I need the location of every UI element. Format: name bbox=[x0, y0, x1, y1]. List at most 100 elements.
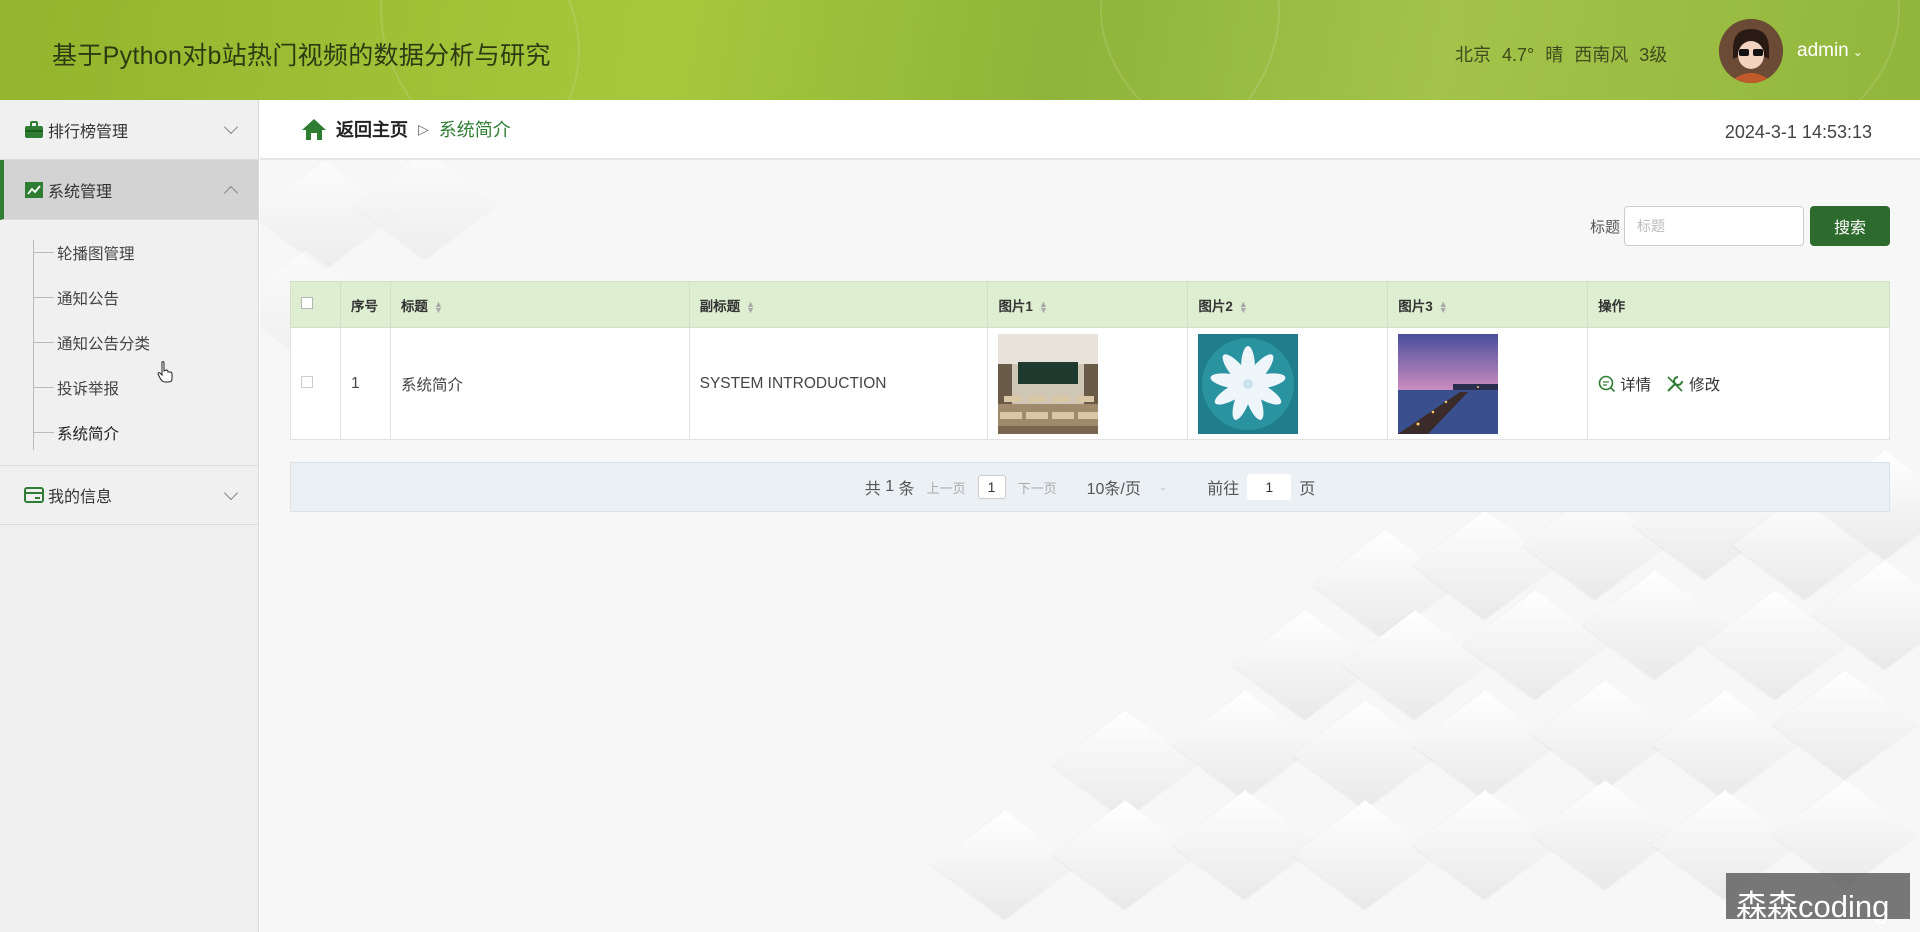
pagination: 共 1 条 上一页 1 下一页 10条/页 ⌄ 前往 1 页 bbox=[290, 462, 1890, 512]
total-count: 1 bbox=[885, 478, 895, 495]
chevron-up-icon bbox=[223, 185, 239, 201]
chart-icon bbox=[25, 181, 43, 198]
card-icon bbox=[24, 487, 44, 503]
submenu-item-complaint[interactable]: 投诉举报 bbox=[0, 365, 258, 410]
edit-button[interactable]: 修改 bbox=[1665, 373, 1720, 395]
weather-wind: 西南风 bbox=[1574, 45, 1629, 65]
chevron-down-icon: ⌄ bbox=[1158, 481, 1168, 493]
detail-button[interactable]: 详情 bbox=[1598, 373, 1651, 395]
row-subtitle: SYSTEM INTRODUCTION bbox=[688, 327, 989, 440]
edit-label: 修改 bbox=[1689, 376, 1721, 394]
breadcrumb-separator: ▷ bbox=[418, 120, 429, 137]
weather-condition: 晴 bbox=[1545, 45, 1564, 65]
column-header-label: 图片1 bbox=[998, 298, 1033, 314]
column-header-label: 副标题 bbox=[699, 298, 741, 314]
sidebar-item-label: 排行榜管理 bbox=[48, 123, 129, 141]
weather-level: 3级 bbox=[1639, 45, 1668, 65]
weather-city: 北京 bbox=[1455, 45, 1491, 65]
username: admin bbox=[1797, 40, 1849, 61]
home-icon[interactable] bbox=[300, 117, 328, 141]
sort-icon[interactable]: ▲ ▼ bbox=[1439, 299, 1448, 314]
data-table: 序号 标题 ▲ ▼ 副标题 ▲ ▼ 图片1 ▲ ▼ 图片2 ▲ ▼ 图片3 ▲ ▼ 操作 1 系统简… bbox=[290, 281, 1890, 440]
search-detail-icon bbox=[1598, 375, 1616, 392]
column-header-actions: 操作 bbox=[1587, 281, 1890, 328]
detail-label: 详情 bbox=[1620, 376, 1652, 394]
title-search-input[interactable] bbox=[1624, 206, 1804, 246]
page-number[interactable]: 1 bbox=[977, 475, 1006, 499]
wrench-icon bbox=[1667, 375, 1684, 392]
sort-icon[interactable]: ▲ ▼ bbox=[1039, 299, 1048, 314]
chevron-down-icon bbox=[223, 485, 239, 501]
page-size-select[interactable]: 10条/页 ⌄ bbox=[1087, 475, 1168, 499]
row-checkbox[interactable] bbox=[301, 375, 313, 388]
app-title: 基于Python对b站热门视频的数据分析与研究 bbox=[52, 42, 551, 70]
sidebar-item-label: 我的信息 bbox=[48, 489, 113, 506]
goto-prefix: 前往 bbox=[1207, 481, 1240, 498]
search-button[interactable]: 搜索 bbox=[1810, 206, 1890, 246]
row-actions-cell: 详情 修改 bbox=[1587, 327, 1890, 440]
column-header-label: 图片3 bbox=[1398, 298, 1433, 314]
goto-page: 前往 1 页 bbox=[1207, 474, 1315, 500]
submenu-item-system-intro[interactable]: 系统简介 bbox=[0, 410, 258, 455]
datetime-display: 2024-3-1 14:53:13 bbox=[1724, 122, 1872, 142]
submenu-item-notice-category[interactable]: 通知公告分类 bbox=[0, 320, 258, 365]
row-select-cell bbox=[290, 327, 341, 440]
user-menu[interactable]: admin ⌄ bbox=[1797, 40, 1863, 62]
page-size-value: 10条/页 bbox=[1086, 481, 1141, 498]
column-header-label: 图片2 bbox=[1198, 298, 1233, 314]
row-image3-cell bbox=[1387, 327, 1589, 440]
column-header-image3[interactable]: 图片3 ▲ ▼ bbox=[1387, 281, 1589, 328]
row-image1-cell bbox=[987, 327, 1189, 440]
next-page-button[interactable]: 下一页 bbox=[1018, 478, 1057, 497]
table-header-row: 序号 标题 ▲ ▼ 副标题 ▲ ▼ 图片1 ▲ ▼ 图片2 ▲ ▼ 图片3 ▲ ▼ 操作 bbox=[290, 281, 1890, 328]
sidebar: 排行榜管理 系统管理 轮播图管理 通知公告 通知公告分类 投诉举报 系统简介 我… bbox=[0, 100, 259, 932]
main-content: 返回主页 ▷ 系统简介 2024-3-1 14:53:13 标题 搜索 序号 标… bbox=[260, 100, 1920, 932]
seaside-image[interactable] bbox=[1398, 333, 1499, 434]
sort-icon[interactable]: ▲ ▼ bbox=[434, 299, 443, 314]
total-suffix: 条 bbox=[898, 481, 915, 498]
system-submenu: 轮播图管理 通知公告 通知公告分类 投诉举报 系统简介 bbox=[0, 220, 258, 465]
submenu-item-notice[interactable]: 通知公告 bbox=[0, 275, 258, 320]
column-header-index: 序号 bbox=[339, 281, 391, 328]
mouse-pointer-icon bbox=[157, 361, 173, 383]
search-label: 标题 bbox=[1589, 218, 1620, 236]
weather-temp: 4.7° bbox=[1502, 45, 1535, 65]
sidebar-item-ranking[interactable]: 排行榜管理 bbox=[0, 100, 258, 160]
flower-image[interactable] bbox=[1198, 333, 1299, 434]
sort-icon[interactable]: ▲ ▼ bbox=[1239, 299, 1248, 314]
sidebar-item-system[interactable]: 系统管理 bbox=[0, 160, 258, 220]
top-header: 基于Python对b站热门视频的数据分析与研究 北京 4.7° 晴 西南风 3级… bbox=[0, 0, 1920, 100]
column-header-image1[interactable]: 图片1 ▲ ▼ bbox=[987, 281, 1189, 328]
row-title: 系统简介 bbox=[389, 327, 690, 440]
prev-page-button[interactable]: 上一页 bbox=[927, 478, 966, 497]
weather-info: 北京 4.7° 晴 西南风 3级 bbox=[1455, 41, 1673, 67]
goto-page-input[interactable]: 1 bbox=[1247, 474, 1292, 500]
breadcrumb-current: 系统简介 bbox=[438, 120, 511, 140]
select-all-checkbox[interactable] bbox=[301, 297, 313, 309]
total-prefix: 共 bbox=[864, 481, 881, 498]
search-bar: 标题 搜索 bbox=[1590, 206, 1890, 246]
select-all-cell bbox=[290, 281, 341, 328]
chevron-down-icon bbox=[223, 119, 239, 135]
breadcrumb-bar: 返回主页 ▷ 系统简介 2024-3-1 14:53:13 bbox=[260, 100, 1920, 160]
submenu-item-carousel[interactable]: 轮播图管理 bbox=[0, 230, 258, 275]
sidebar-item-my-info[interactable]: 我的信息 bbox=[0, 465, 258, 525]
classroom-image[interactable] bbox=[998, 333, 1099, 434]
watermark: 森森coding bbox=[1726, 873, 1910, 924]
sidebar-item-label: 系统管理 bbox=[48, 183, 113, 201]
row-image2-cell bbox=[1187, 327, 1389, 440]
table-row: 1 系统简介 SYSTEM INTRODUCTION 详情 修改 bbox=[290, 327, 1890, 440]
row-actions: 详情 修改 bbox=[1598, 373, 1879, 395]
column-header-subtitle[interactable]: 副标题 ▲ ▼ bbox=[688, 281, 989, 328]
goto-suffix: 页 bbox=[1299, 481, 1316, 498]
briefcase-icon bbox=[25, 120, 43, 138]
column-header-title[interactable]: 标题 ▲ ▼ bbox=[389, 281, 690, 328]
sort-icon[interactable]: ▲ ▼ bbox=[746, 299, 755, 314]
chevron-down-icon: ⌄ bbox=[1852, 45, 1863, 59]
row-index: 1 bbox=[339, 327, 391, 440]
breadcrumb: 返回主页 ▷ 系统简介 bbox=[300, 116, 511, 142]
home-link[interactable]: 返回主页 bbox=[336, 116, 408, 142]
column-header-image2[interactable]: 图片2 ▲ ▼ bbox=[1187, 281, 1389, 328]
avatar[interactable] bbox=[1719, 19, 1783, 83]
column-header-label: 标题 bbox=[400, 298, 428, 314]
